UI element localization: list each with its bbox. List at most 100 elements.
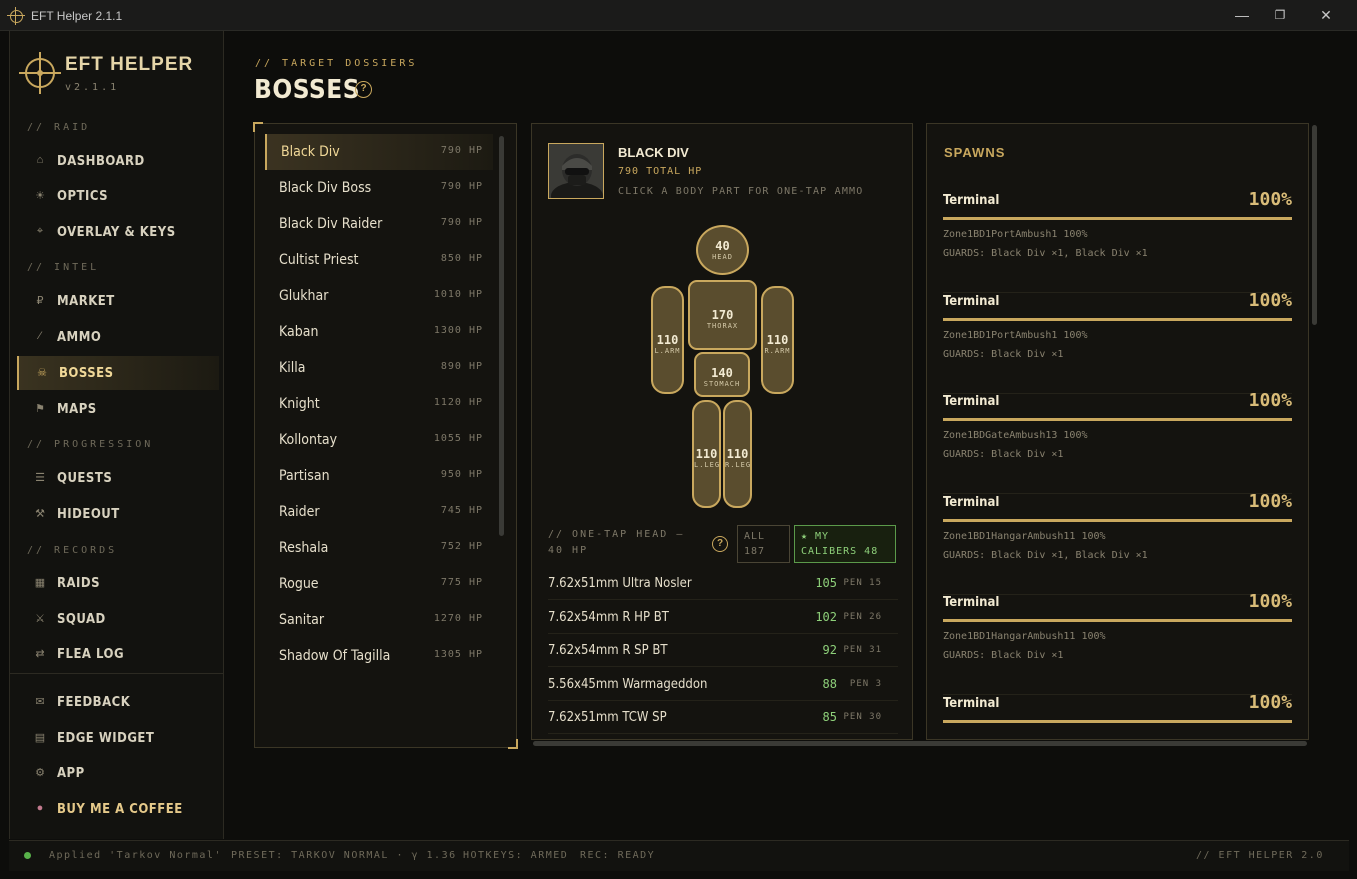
ammo-pen: PEN 3 — [849, 678, 882, 689]
title-bar: EFT Helper 2.1.1 — ❐ ✕ — [0, 0, 1357, 31]
spawn-entry: Terminal 100% Zone1BDGateAmbush13 100% GUAR… — [943, 390, 1292, 494]
ruble-icon: ₽ — [36, 295, 44, 307]
boss-hp: 1305 HP — [433, 649, 483, 660]
boss-list-item[interactable]: Cultist Priest 850 HP — [265, 242, 493, 278]
ammo-pen: PEN 15 — [843, 578, 882, 588]
help-icon[interactable]: ? — [355, 81, 372, 98]
nav-buy-me-a-coffee[interactable]: ● BUY ME A COFFEE — [17, 792, 219, 826]
nav-squad[interactable]: ⚔ SQUAD — [17, 602, 219, 636]
spawn-chance: 100% — [1248, 289, 1292, 311]
nav-quests[interactable]: ☰ QUESTS — [17, 461, 219, 495]
boss-list-item[interactable]: Rogue 775 HP — [265, 566, 493, 602]
nav-ammo[interactable]: ⁄ AMMO — [17, 320, 219, 354]
boss-name: Killa — [279, 360, 306, 376]
coffee-icon: ● — [36, 802, 44, 814]
boss-list-item[interactable]: Black Div 790 HP — [265, 134, 493, 170]
nav-optics[interactable]: ☀ OPTICS — [17, 179, 219, 213]
nav-raids[interactable]: ▦ RAIDS — [17, 566, 219, 600]
filter-my-label: ★ MY — [801, 531, 830, 542]
ammo-row[interactable]: 7.62x54mm R SP BT 92 PEN 31 — [548, 634, 898, 667]
boss-list-item[interactable]: Partisan 950 HP — [265, 458, 493, 494]
boss-name: Sanitar — [279, 612, 325, 628]
nav-label: OVERLAY & KEYS — [57, 225, 176, 240]
ammo-row[interactable]: 7.62x51mm Ultra Nosler 105 PEN 15 — [548, 567, 898, 600]
boss-name: Reshala — [279, 540, 329, 556]
spawn-entry: Terminal 100% Zone1BD1PortAmbush1 100% GUAR… — [943, 290, 1292, 394]
nav-market[interactable]: ₽ MARKET — [17, 284, 219, 318]
boss-list-item[interactable]: Black Div Raider 790 HP — [265, 206, 493, 242]
boss-list-item[interactable]: Sanitar 1270 HP — [265, 602, 493, 638]
spawns-scrollbar[interactable] — [1312, 125, 1317, 325]
boss-hp: 775 HP — [440, 577, 483, 588]
body-part-right-arm[interactable]: 110 R.ARM — [761, 286, 794, 394]
ammo-name: 7.62x51mm Ultra Nosler — [548, 576, 692, 591]
grid-icon: ▦ — [34, 577, 46, 589]
nav-edge-widget[interactable]: ▤ EDGE WIDGET — [17, 721, 219, 755]
ammo-name: 7.62x51mm TCW SP — [548, 710, 667, 725]
nav-feedback[interactable]: ✉ FEEDBACK — [17, 685, 219, 719]
boss-list-item[interactable]: Knight 1120 HP — [265, 386, 493, 422]
spawn-location: Terminal — [943, 595, 1000, 610]
boss-detail-panel: BLACK DIV 790 TOTAL HP CLICK A BODY PART… — [531, 123, 913, 740]
nav-app[interactable]: ⚙ APP — [17, 756, 219, 790]
boss-hp: 1270 HP — [433, 613, 483, 624]
ammo-row[interactable]: 5.56x45mm Warmageddon 88 PEN 3 — [548, 668, 898, 701]
stomach-hp: 140 — [711, 366, 733, 380]
body-part-thorax[interactable]: 170 THORAX — [688, 280, 757, 350]
nav-dashboard[interactable]: ⌂ DASHBOARD — [17, 144, 219, 178]
ammo-name: 7.62x54mm R SP BT — [548, 643, 668, 658]
nav-flea-log[interactable]: ⇄ FLEA LOG — [17, 637, 219, 671]
spawns-title: SPAWNS — [944, 145, 1006, 160]
status-hotkeys: HOTKEYS: ARMED — [463, 850, 569, 861]
panel-corner — [253, 122, 263, 132]
crosshair-icon — [7, 7, 25, 25]
body-part-stomach[interactable]: 140 STOMACH — [694, 352, 750, 397]
spawn-chance-bar — [943, 418, 1292, 421]
boss-hp: 752 HP — [440, 541, 483, 552]
nav-maps[interactable]: ⚑ MAPS — [17, 392, 219, 426]
nav-label: FEEDBACK — [57, 695, 131, 710]
body-part-right-leg[interactable]: 110 R.LEG — [723, 400, 752, 508]
boss-name: Glukhar — [279, 288, 329, 304]
boss-list-item[interactable]: Kaban 1300 HP — [265, 314, 493, 350]
boss-list-item[interactable]: Black Div Boss 790 HP — [265, 170, 493, 206]
ammo-row[interactable]: 7.62x51mm TCW SP 85 PEN 30 — [548, 701, 898, 734]
boss-list-item[interactable]: Reshala 752 HP — [265, 530, 493, 566]
right-arm-hp: 110 — [766, 333, 789, 347]
nav-label: MARKET — [57, 294, 115, 309]
boss-list-item[interactable]: Raider 745 HP — [265, 494, 493, 530]
boss-list-item[interactable]: Kollontay 1055 HP — [265, 422, 493, 458]
nav-label: RAIDS — [57, 576, 101, 591]
boss-list-scrollbar[interactable] — [499, 136, 504, 536]
filter-my-calibers-button[interactable]: ★ MY CALIBERS 48 — [794, 525, 896, 563]
body-part-left-arm[interactable]: 110 L.ARM — [651, 286, 684, 394]
nav-label: AMMO — [57, 330, 102, 345]
thorax-hp: 170 — [711, 308, 734, 322]
filter-all-button[interactable]: ALL 187 — [737, 525, 790, 563]
nav-bosses[interactable]: ☠ BOSSES — [17, 356, 219, 390]
nav-label: FLEA LOG — [57, 647, 125, 662]
nav-label: DASHBOARD — [57, 154, 145, 169]
boss-list-item[interactable]: Glukhar 1010 HP — [265, 278, 493, 314]
spawn-chance: 100% — [1248, 591, 1292, 612]
restore-button[interactable]: ❐ — [1257, 0, 1303, 31]
one-tap-help-icon[interactable]: ? — [712, 536, 728, 552]
nav-overlay-keys[interactable]: ⌖ OVERLAY & KEYS — [17, 215, 219, 249]
boss-list-item[interactable]: Shadow Of Tagilla 1305 HP — [265, 638, 493, 674]
body-part-head[interactable]: 40 HEAD — [696, 225, 749, 275]
spawns-panel: SPAWNS Terminal 100% Zone1BD1PortAmbush1 1… — [926, 123, 1309, 740]
ammo-pen: PEN 26 — [843, 611, 882, 622]
boss-list-item[interactable]: Killa 890 HP — [265, 350, 493, 386]
status-indicator-icon — [24, 852, 31, 859]
nav-hideout[interactable]: ⚒ HIDEOUT — [17, 497, 219, 531]
spawn-zone: Zone1BD1PortAmbush1 100% — [943, 329, 1088, 341]
boss-list-panel: Black Div 790 HP Black Div Boss 790 HP Black… — [253, 122, 518, 749]
ammo-row[interactable]: 7.62x54mm R HP BT 102 PEN 26 — [548, 601, 898, 634]
close-button[interactable]: ✕ — [1303, 0, 1349, 31]
boss-hp: 850 HP — [440, 253, 483, 264]
brand-name: EFT HELPER — [65, 54, 194, 75]
body-part-left-leg[interactable]: 110 L.LEG — [692, 400, 721, 508]
sun-icon: ☀ — [35, 190, 45, 202]
horizontal-scrollbar[interactable] — [533, 741, 1307, 746]
spawn-guards: GUARDS: Black Div ×1 — [943, 449, 1064, 460]
